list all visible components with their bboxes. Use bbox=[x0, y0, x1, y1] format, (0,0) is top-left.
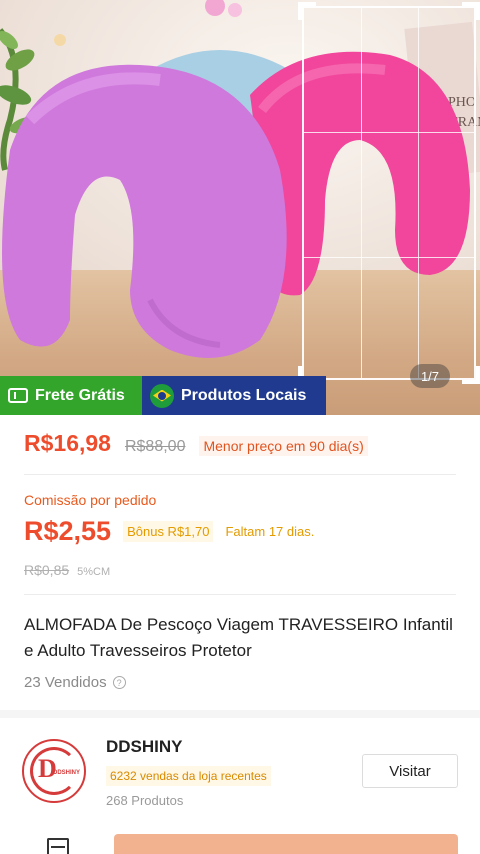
crop-grid-line bbox=[361, 8, 362, 378]
current-price: R$16,98 bbox=[24, 430, 111, 456]
crop-grid-line bbox=[304, 132, 474, 133]
bonus-badge: Bônus R$1,70 bbox=[123, 521, 214, 542]
local-products-badge: Produtos Locais bbox=[142, 376, 326, 415]
crop-handle-top-left[interactable] bbox=[298, 2, 316, 20]
crop-grid-line bbox=[304, 257, 474, 258]
crop-grid-line bbox=[418, 8, 419, 378]
commission-rate: 5%CM bbox=[77, 566, 111, 578]
crop-handle-top-right[interactable] bbox=[462, 2, 480, 20]
commission-old-row: R$0,85 5%CM bbox=[24, 562, 110, 578]
crop-frame[interactable] bbox=[302, 6, 476, 380]
image-page-indicator: 1/7 bbox=[410, 364, 450, 388]
divider bbox=[24, 594, 456, 595]
sold-count-row[interactable]: 23 Vendidos ? bbox=[24, 674, 126, 691]
original-price: R$88,00 bbox=[124, 438, 186, 455]
visit-shop-button[interactable]: Visitar bbox=[362, 754, 458, 788]
section-separator bbox=[0, 710, 480, 718]
shop-logo-text: DDSHINY bbox=[53, 770, 81, 776]
bonus-deadline: Faltam 17 dias. bbox=[225, 524, 315, 539]
ticket-icon bbox=[8, 388, 28, 403]
crop-handle-bottom-right[interactable] bbox=[462, 366, 480, 384]
product-title: ALMOFADA De Pescoço Viagem TRAVESSEIRO I… bbox=[24, 615, 453, 660]
free-shipping-label: Frete Grátis bbox=[35, 386, 125, 404]
shop-recent-sales: 6232 vendas da loja recentes bbox=[106, 766, 271, 786]
shop-logo-letter: D bbox=[38, 754, 57, 783]
commission-value: R$2,55 bbox=[24, 516, 112, 546]
brazil-flag-icon bbox=[150, 383, 174, 408]
commission-label: Comissão por pedido bbox=[24, 492, 157, 508]
free-shipping-badge: Frete Grátis bbox=[0, 376, 142, 415]
shop-avatar[interactable]: D DDSHINY bbox=[22, 739, 86, 803]
lowest-price-tag: Menor preço em 90 dia(s) bbox=[199, 436, 368, 456]
primary-action-button[interactable] bbox=[114, 834, 458, 854]
commission-old-value: R$0,85 bbox=[24, 562, 70, 578]
sold-count: 23 Vendidos bbox=[24, 674, 107, 691]
price-row: R$16,98 R$88,00 Menor preço em 90 dia(s) bbox=[24, 430, 368, 457]
product-image-carousel[interactable]: PHO FRAM 1/7 bbox=[0, 0, 480, 415]
store-icon[interactable] bbox=[47, 838, 69, 854]
divider bbox=[24, 474, 456, 475]
shop-name[interactable]: DDSHINY bbox=[106, 737, 183, 757]
shop-product-count: 268 Produtos bbox=[106, 793, 184, 808]
local-products-label: Produtos Locais bbox=[181, 386, 307, 404]
commission-row: R$2,55 Bônus R$1,70 Faltam 17 dias. bbox=[24, 516, 314, 547]
info-icon[interactable]: ? bbox=[112, 676, 126, 689]
